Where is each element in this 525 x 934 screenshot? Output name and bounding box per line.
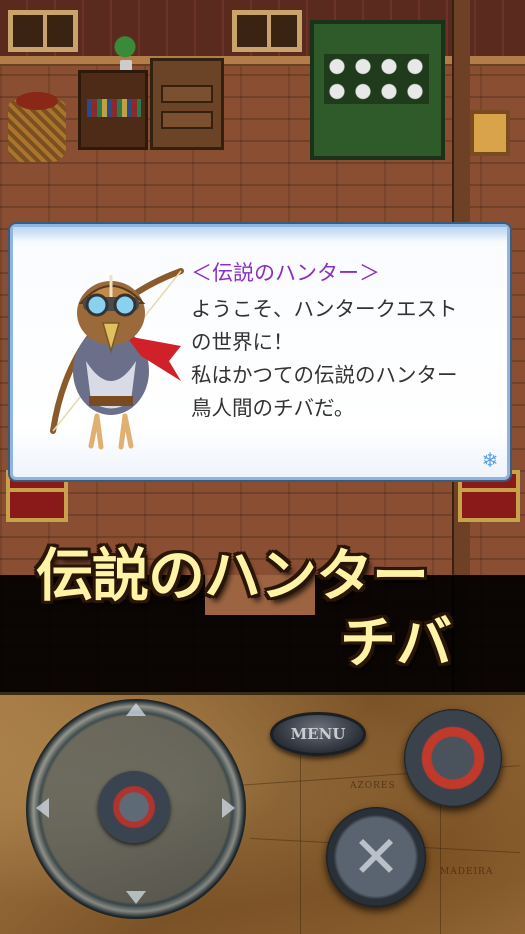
dialog-line: 私はかつての伝説のハンター bbox=[191, 363, 458, 387]
window bbox=[232, 10, 302, 52]
speaker-name: ＜伝説のハンター＞ bbox=[191, 261, 380, 285]
bookshelf bbox=[78, 70, 148, 150]
wall-beam bbox=[0, 56, 525, 66]
dpad-center-knob[interactable] bbox=[98, 771, 170, 843]
arrow-left-icon[interactable] bbox=[36, 798, 49, 818]
map-label: AZORES bbox=[350, 781, 396, 791]
wall-portrait bbox=[470, 110, 510, 156]
window bbox=[8, 10, 78, 52]
dialog-line: ようこそ、ハンタークエスト bbox=[191, 297, 458, 321]
dialog-message: ようこそ、ハンタークエスト の世界に！ 私はかつての伝説のハンター 鳥人間のチバ… bbox=[191, 293, 501, 425]
arrow-down-icon[interactable] bbox=[126, 891, 146, 904]
cross-icon[interactable]: ✕ bbox=[326, 807, 426, 907]
virtual-controller: AZORES MADEIRA MENU ✕ bbox=[0, 692, 525, 934]
snowflake-icon[interactable]: ❄ bbox=[479, 449, 501, 471]
arrow-right-icon[interactable] bbox=[222, 798, 235, 818]
arrow-up-icon[interactable] bbox=[126, 703, 146, 716]
map-label: MADEIRA bbox=[440, 867, 494, 877]
chest-of-drawers bbox=[150, 58, 224, 150]
dialog-line: 鳥人間のチバだ。 bbox=[191, 396, 355, 420]
circle-icon[interactable] bbox=[404, 709, 502, 807]
fruit-basket bbox=[8, 92, 66, 162]
dialog-line: の世界に！ bbox=[191, 330, 294, 354]
caption-name: チバ bbox=[340, 611, 452, 676]
potted-plant bbox=[112, 36, 138, 72]
dialog-box[interactable]: ＜伝説のハンター＞ ようこそ、ハンタークエスト の世界に！ 私はかつての伝説のハ… bbox=[10, 224, 510, 480]
menu-button[interactable]: MENU bbox=[270, 712, 366, 756]
green-cupboard bbox=[310, 20, 445, 160]
hunter-chiba-portrait bbox=[50, 268, 184, 450]
